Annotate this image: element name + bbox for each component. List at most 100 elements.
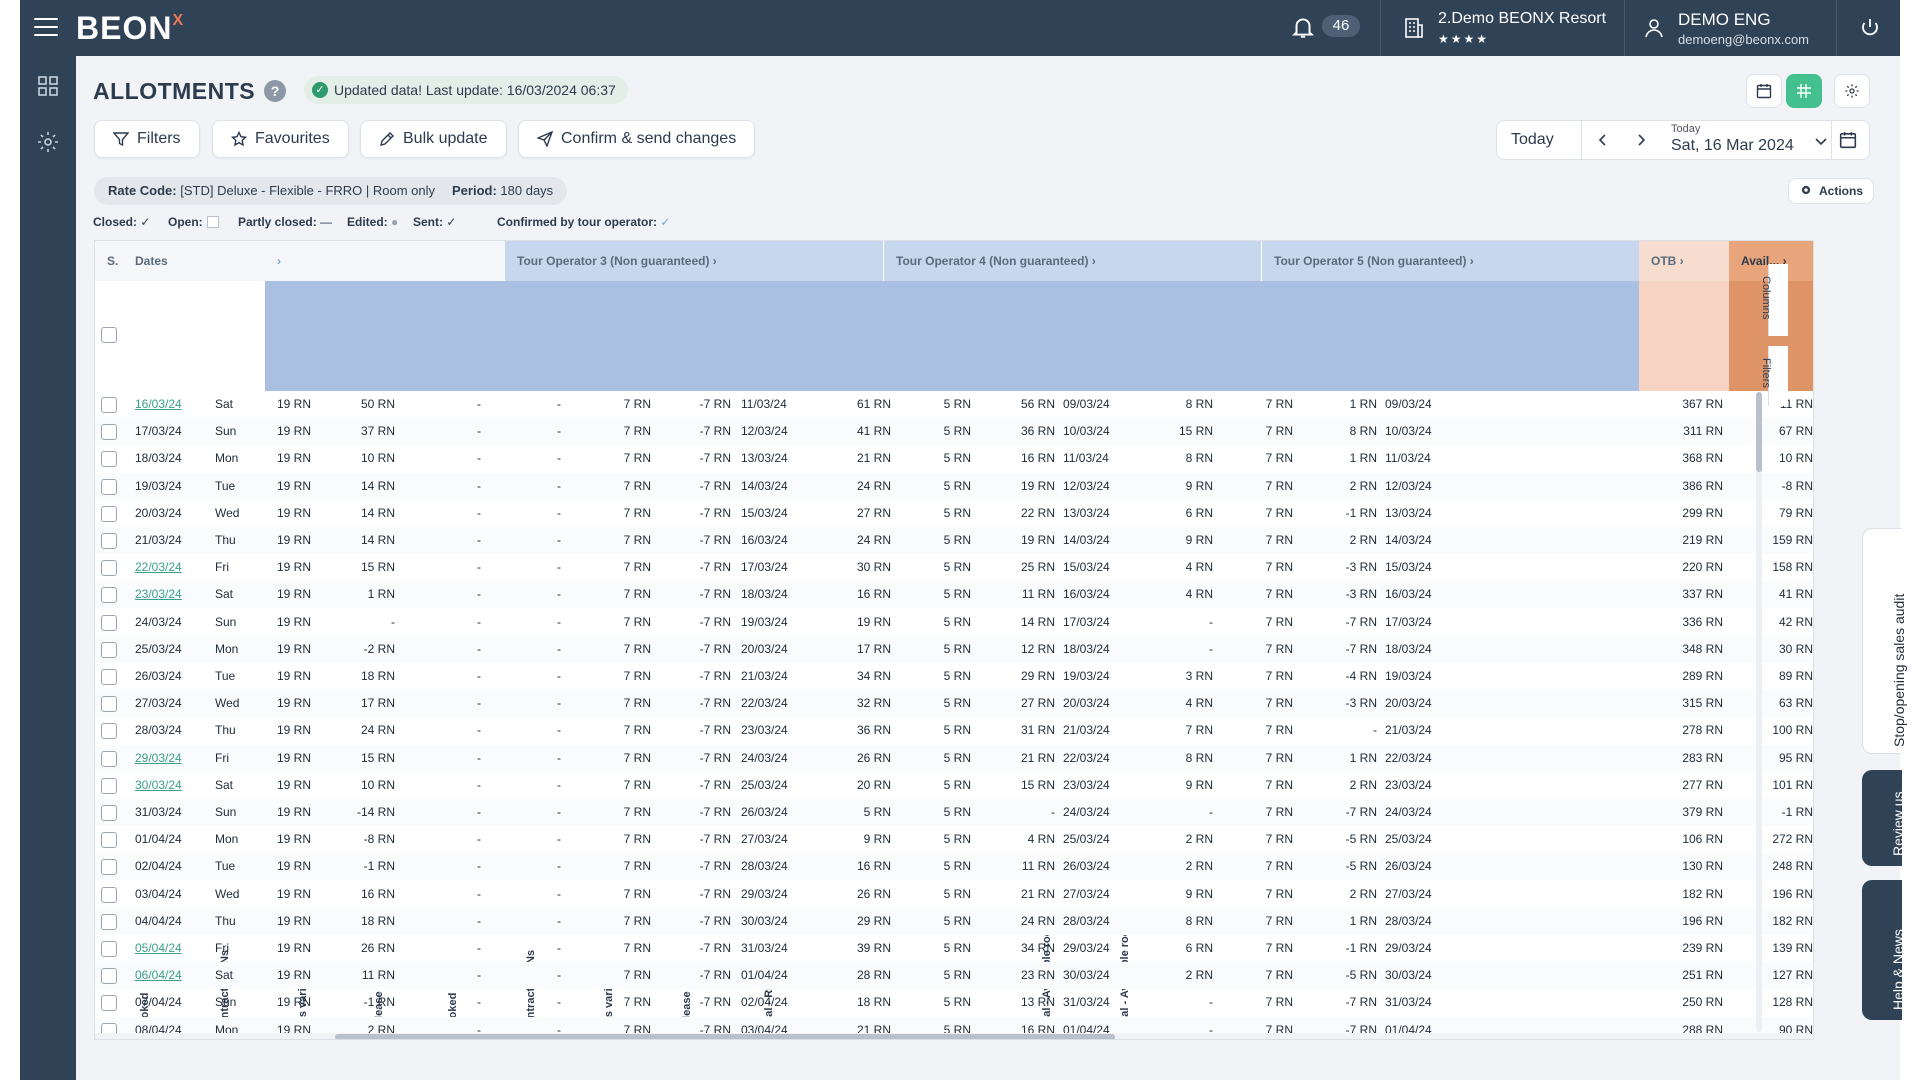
row-checkbox[interactable] (101, 587, 117, 604)
select-all-checkbox[interactable] (101, 327, 117, 343)
row-checkbox[interactable] (101, 777, 117, 794)
table-row[interactable]: 02/04/24 Tue 19 RN -1 RN - -7 RN -7 RN 28/03/24… (95, 853, 1813, 881)
date-cell[interactable]: 04/04/24 (135, 908, 199, 935)
date-cell[interactable]: 16/03/24 (135, 391, 199, 418)
power-icon[interactable] (1858, 16, 1882, 40)
help-news-tab[interactable]: Help & News (1862, 880, 1906, 1020)
row-checkbox[interactable] (101, 886, 117, 903)
app-logo[interactable]: BEONX (76, 10, 184, 47)
date-cell[interactable]: 31/03/24 (135, 799, 199, 826)
date-cell[interactable]: 17/03/24 (135, 418, 199, 445)
table-row[interactable]: 01/04/24 Mon 19 RN -8 RN - -7 RN -7 RN 27/03/24… (95, 826, 1813, 853)
row-checkbox[interactable] (101, 913, 117, 930)
hotel-name[interactable]: 2.Demo BEONX Resort (1438, 10, 1606, 28)
table-row[interactable]: 29/03/24 Fri 19 RN 15 RN - -7 RN -7 RN 24/03/24… (95, 744, 1813, 772)
date-cell[interactable]: 03/04/24 (135, 881, 199, 908)
vertical-scrollbar[interactable] (1756, 392, 1762, 1032)
table-row[interactable]: 16/03/24 Sat 19 RN 50 RN - -7 RN -7 RN 11/03/24… (95, 391, 1813, 418)
sales-audit-tab[interactable]: Stop/opening sales audit (1862, 528, 1907, 754)
row-checkbox[interactable] (101, 641, 117, 658)
scroll-thumb[interactable] (335, 1034, 1115, 1039)
date-cell[interactable]: 23/03/24 (135, 581, 199, 608)
actions-button[interactable]: Actions (1788, 178, 1875, 204)
date-cell[interactable]: 18/03/24 (135, 445, 199, 472)
table-row[interactable]: 03/04/24 Wed 19 RN 16 RN - -7 RN -7 RN 29/03/24… (95, 881, 1813, 908)
date-cell[interactable]: 07/04/24 (135, 989, 199, 1016)
table-row[interactable]: 26/03/24 Tue 19 RN 18 RN - -7 RN -7 RN 21/03/24… (95, 663, 1813, 690)
table-row[interactable]: 25/03/24 Mon 19 RN -2 RN - -7 RN -7 RN 20/03/24… (95, 635, 1813, 663)
date-cell[interactable]: 20/03/24 (135, 500, 199, 527)
table-row[interactable]: 06/04/24 Sat 19 RN 11 RN - -7 RN -7 RN 01/04/24… (95, 962, 1813, 990)
date-cell[interactable]: 25/03/24 (135, 636, 199, 663)
group-header-tour-operator-3[interactable]: Tour Operator 3 (Non guaranteed) › (505, 241, 883, 281)
table-row[interactable]: 20/03/24 Wed 19 RN 14 RN - -7 RN -7 RN 15/03/24… (95, 500, 1813, 527)
table-row[interactable]: 04/04/24 Thu 19 RN 18 RN - -7 RN -7 RN 30/03/24… (95, 907, 1813, 935)
date-cell[interactable]: 19/03/24 (135, 473, 199, 500)
calendar-view-button[interactable] (1746, 74, 1782, 108)
review-us-tab[interactable]: Review us (1862, 770, 1906, 866)
chevron-left-icon[interactable] (1595, 132, 1611, 148)
row-checkbox[interactable] (101, 478, 117, 495)
table-row[interactable]: 07/04/24 Sun 19 RN -1 RN - -7 RN -7 RN 02/04/24… (95, 989, 1813, 1016)
table-row[interactable]: 28/03/24 Thu 19 RN 24 RN - -7 RN -7 RN 23/03/24… (95, 717, 1813, 744)
columns-panel-tab[interactable]: Columns (1760, 264, 1788, 336)
row-checkbox[interactable] (101, 995, 117, 1012)
scroll-thumb[interactable] (1756, 392, 1762, 472)
notification-count[interactable]: 46 (1322, 15, 1360, 37)
bulk-update-button[interactable]: Bulk update (360, 120, 507, 158)
row-checkbox[interactable] (101, 696, 117, 713)
table-row[interactable]: 24/03/24 Sun 19 RN - - -7 RN -7 RN 19/03/24 19 R… (95, 609, 1813, 636)
row-checkbox[interactable] (101, 723, 117, 740)
grid-view-button[interactable] (1786, 74, 1822, 108)
chevron-down-icon[interactable] (1813, 133, 1829, 149)
table-row[interactable]: 30/03/24 Sat 19 RN 10 RN - -7 RN -7 RN 25/03/24… (95, 772, 1813, 799)
row-checkbox[interactable] (101, 397, 117, 413)
date-cell[interactable]: 27/03/24 (135, 690, 199, 717)
settings-gear-icon[interactable] (36, 130, 60, 154)
group-header-previous[interactable]: › (265, 241, 505, 281)
row-checkbox[interactable] (101, 805, 117, 821)
table-row[interactable]: 23/03/24 Sat 19 RN 1 RN - -7 RN -7 RN 18/03/24 1… (95, 581, 1813, 609)
row-checkbox[interactable] (101, 832, 117, 849)
group-header-otb[interactable]: OTB › (1639, 241, 1729, 281)
table-row[interactable]: 22/03/24 Fri 19 RN 15 RN - -7 RN -7 RN 17/03/24… (95, 554, 1813, 581)
user-name[interactable]: DEMO ENG (1678, 10, 1771, 30)
filters-button[interactable]: Filters (94, 120, 200, 158)
grid-apps-icon[interactable] (36, 74, 60, 98)
date-cell[interactable]: 26/03/24 (135, 663, 199, 690)
settings-button[interactable] (1834, 74, 1870, 108)
table-row[interactable]: 21/03/24 Thu 19 RN 14 RN - -7 RN -7 RN 16/03/24… (95, 527, 1813, 554)
row-checkbox[interactable] (101, 451, 117, 468)
row-checkbox[interactable] (101, 505, 117, 522)
group-header-tour-operator-5[interactable]: Tour Operator 5 (Non guaranteed) › (1261, 241, 1639, 281)
table-row[interactable]: 27/03/24 Wed 19 RN 17 RN - -7 RN -7 RN 22/03/24… (95, 690, 1813, 718)
calendar-icon[interactable] (1839, 131, 1857, 149)
date-cell[interactable]: 30/03/24 (135, 772, 199, 799)
filters-panel-tab[interactable]: Filters (1760, 346, 1788, 406)
date-select[interactable]: Sat, 16 Mar 2024 (1671, 137, 1794, 155)
row-checkbox[interactable] (101, 859, 117, 876)
table-row[interactable]: 31/03/24 Sun 19 RN -14 RN - -7 RN -7 RN 26/03/2… (95, 799, 1813, 826)
table-row[interactable]: 17/03/24 Sun 19 RN 37 RN - -7 RN -7 RN 12/03/24… (95, 418, 1813, 446)
period-chip[interactable]: Period: 180 days (438, 177, 568, 205)
table-row[interactable]: 19/03/24 Tue 19 RN 14 RN - -7 RN -7 RN 14/03/24… (95, 472, 1813, 500)
row-checkbox[interactable] (101, 560, 117, 577)
date-cell[interactable]: 29/03/24 (135, 745, 199, 772)
date-cell[interactable]: 28/03/24 (135, 717, 199, 744)
date-cell[interactable]: 22/03/24 (135, 554, 199, 581)
row-checkbox[interactable] (101, 533, 117, 549)
table-row[interactable]: 18/03/24 Mon 19 RN 10 RN - -7 RN -7 RN 13/03/24… (95, 445, 1813, 472)
row-checkbox[interactable] (101, 968, 117, 985)
rate-code-chip[interactable]: Rate Code: [STD] Deluxe - Flexible - FRR… (94, 177, 476, 205)
bell-icon[interactable] (1290, 14, 1316, 40)
chevron-right-icon[interactable] (1633, 132, 1649, 148)
date-cell[interactable]: 02/04/24 (135, 853, 199, 880)
date-cell[interactable]: 21/03/24 (135, 527, 199, 554)
date-cell[interactable]: 01/04/24 (135, 826, 199, 853)
row-checkbox[interactable] (101, 614, 117, 631)
today-button[interactable]: Today (1511, 131, 1554, 149)
help-icon[interactable]: ? (264, 80, 286, 102)
row-checkbox[interactable] (101, 424, 117, 441)
user-icon[interactable] (1642, 16, 1666, 40)
table-row[interactable]: 05/04/24 Fri 19 RN 26 RN - -7 RN -7 RN 31/03/24… (95, 935, 1813, 962)
